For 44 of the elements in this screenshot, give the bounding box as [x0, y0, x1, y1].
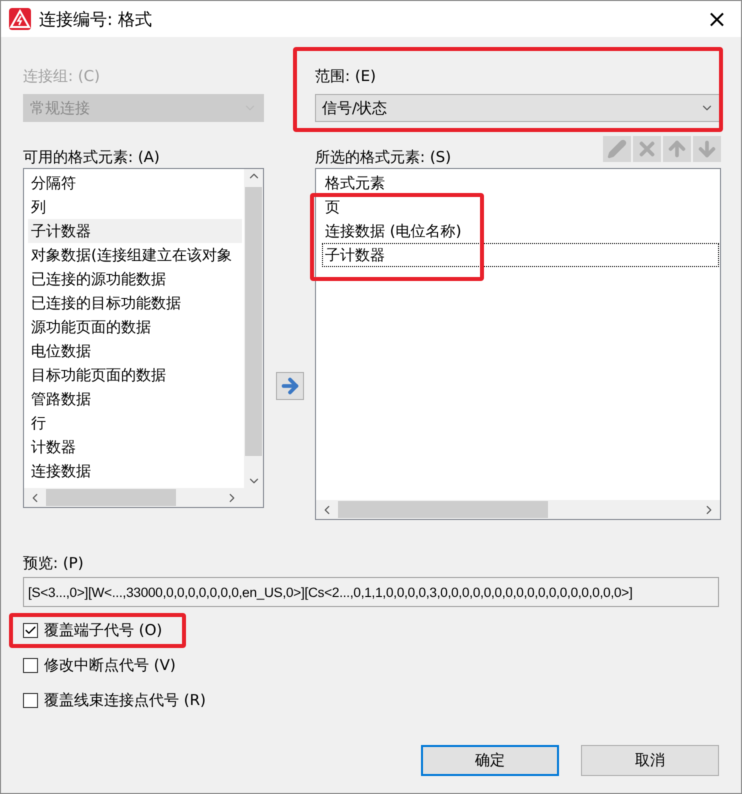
vertical-scrollbar[interactable] [244, 169, 263, 488]
checkbox[interactable] [23, 623, 38, 638]
checkmark-icon [24, 624, 37, 637]
list-header: 格式元素 [324, 173, 386, 194]
list-item[interactable]: 目标功能页面的数据 [28, 363, 242, 387]
checkbox[interactable] [23, 693, 38, 708]
checkbox-label: 覆盖线束连接点代号 (R) [44, 691, 206, 710]
list-item[interactable]: 管路数据 [28, 387, 242, 411]
list-item[interactable]: 子计数器 [322, 243, 719, 267]
field-label: 范围: (E) [315, 66, 378, 87]
list-item[interactable]: 电位数据 [28, 339, 242, 363]
list-item[interactable]: 已连接的源功能数据 [28, 267, 242, 291]
arrow-up-icon [666, 138, 688, 160]
available-elements-list[interactable]: 分隔符 列 子计数器 对象数据(连接组建立在该对象 已连接的源功能数据 已连接的目标功能数据 源功能页面的数据 电位数据 目标功能页面的数据 管路数据 行 计数器 连接数据 [23, 168, 264, 508]
warning-logo-icon [9, 8, 31, 30]
preview-label: 预览: (P) [23, 553, 85, 574]
list-item[interactable]: 连接数据 [28, 459, 242, 483]
add-button[interactable] [276, 372, 304, 400]
checkbox-label: 覆盖端子代号 (O) [44, 621, 162, 640]
list-item[interactable]: 行 [28, 411, 242, 435]
list-item[interactable]: 源功能页面的数据 [28, 315, 242, 339]
horizontal-scrollbar[interactable] [24, 488, 263, 507]
ok-button[interactable]: 确定 [421, 745, 559, 776]
pencil-icon [607, 139, 627, 159]
list-item[interactable]: 分隔符 [28, 171, 242, 195]
list-item[interactable]: 连接数据 (电位名称) [322, 219, 719, 243]
field-label: 连接组: (C) [23, 66, 101, 87]
cancel-button[interactable]: 取消 [581, 745, 719, 776]
list-item[interactable]: 计数器 [28, 435, 242, 459]
checkbox-label: 修改中断点代号 (V) [44, 656, 176, 675]
list-label: 可用的格式元素: (A) [23, 147, 160, 168]
checkbox[interactable] [23, 658, 38, 673]
list-item[interactable]: 子计数器 [28, 219, 242, 243]
preview-field[interactable]: [S<3...,0>][W<...,33000,0,0,0,0,0,0,0,en_US,0>][Cs<2...,0,1,1,0,0,0,0,3,0,0,0,0,0,0,0,0,0,0,0,0,0,0,0,0,0>] [23, 577, 719, 607]
list-item[interactable]: 列 [28, 195, 242, 219]
horizontal-scrollbar[interactable] [316, 500, 720, 519]
arrow-down-icon [696, 138, 718, 160]
window-title: 连接编号: 格式 [39, 8, 154, 30]
list-item[interactable]: 页 [322, 195, 719, 219]
list-label: 所选的格式元素: (S) [315, 147, 452, 168]
list-item[interactable]: 对象数据(连接组建立在该对象 [28, 243, 242, 267]
scope-dropdown[interactable]: 信号/状态 [315, 94, 721, 122]
close-button[interactable]: × [700, 5, 733, 33]
list-item[interactable]: 已连接的目标功能数据 [28, 291, 242, 315]
